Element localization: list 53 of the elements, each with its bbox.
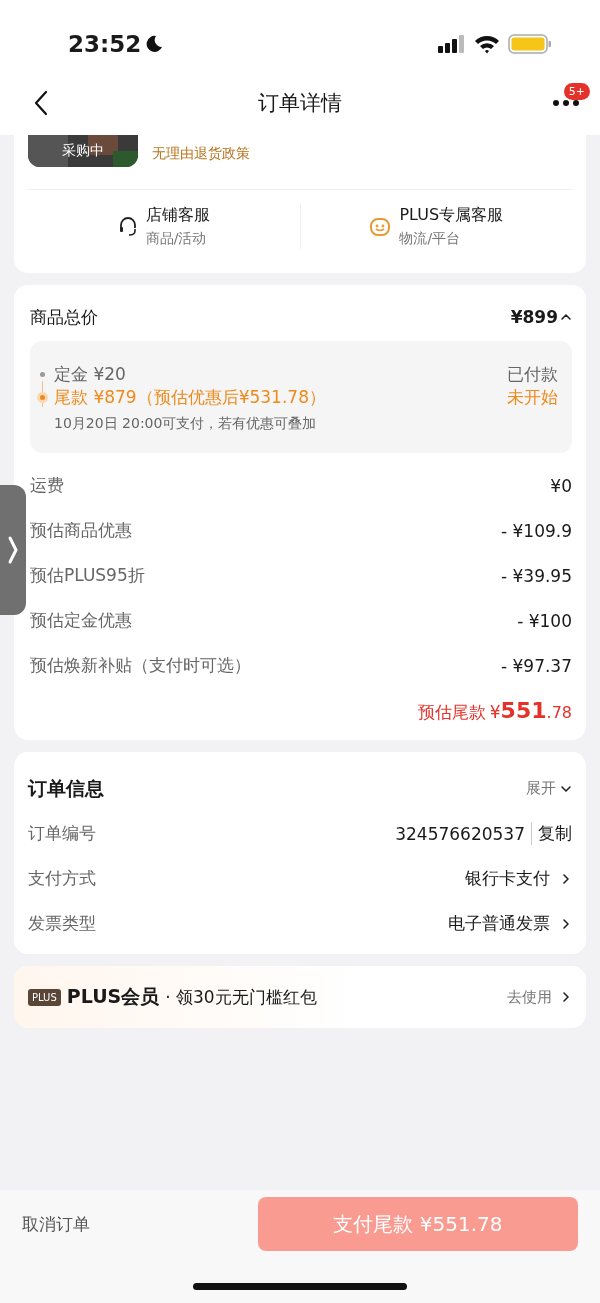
more-button[interactable] [552, 98, 580, 107]
fee-label: 预估定金优惠 [30, 609, 132, 632]
fee-label: 运费 [30, 474, 64, 497]
notification-badge: 5+ [563, 82, 590, 100]
info-link[interactable]: 银行卡支付 [465, 867, 572, 890]
headset-icon [117, 215, 138, 238]
expand-toggle[interactable]: 展开 [526, 779, 572, 798]
battery-icon [508, 34, 552, 54]
fee-label: 预估PLUS95折 [30, 564, 145, 587]
page-title: 订单详情 [258, 89, 342, 117]
info-label: 发票类型 [28, 912, 96, 935]
signal-icon [438, 35, 466, 53]
total-price: ¥899 [510, 307, 558, 327]
side-handle[interactable] [0, 485, 26, 615]
stage-status: 未开始 [507, 386, 558, 409]
final-label: 预估尾款 [417, 701, 486, 724]
service-button[interactable]: PLUS专属客服 物流/平台 [299, 204, 572, 249]
collapse-icon [560, 311, 572, 323]
fee-value: - ¥97.37 [500, 655, 572, 676]
info-link[interactable]: 电子普通发票 [448, 912, 572, 935]
use-link[interactable]: 去使用 [507, 987, 572, 1007]
chevron-icon [560, 991, 572, 1003]
stage-label: 尾款 ¥879（预估优惠后¥531.78） [54, 386, 326, 409]
fee-label: 预估商品优惠 [30, 519, 132, 542]
fee-value: - ¥100 [517, 610, 572, 631]
wifi-icon [474, 34, 500, 54]
fee-value: - ¥109.9 [500, 520, 572, 541]
chevron-icon [560, 872, 572, 885]
moon-icon [145, 35, 164, 53]
return-policy: 无理由退货政策 [152, 145, 250, 163]
plus-title: PLUS会员 [66, 984, 160, 1009]
smiley-icon [369, 215, 392, 238]
stage-note: 10月20日 20:00可支付，若有优惠可叠加 [54, 415, 318, 433]
plus-badge: PLUS [28, 988, 61, 1006]
chevron-icon [560, 917, 572, 930]
fee-value: ¥0 [550, 475, 572, 496]
info-label: 支付方式 [28, 867, 96, 890]
cancel-button[interactable]: 取消订单 [22, 1212, 90, 1236]
stage-status: 已付款 [507, 363, 558, 386]
service-button[interactable]: 店铺客服 商品/活动 [28, 204, 300, 249]
back-button[interactable] [34, 89, 48, 116]
clock-time: 23:52 [68, 31, 142, 57]
copy-button[interactable]: 复制 [531, 822, 572, 845]
stage-label: 定金 ¥20 [54, 363, 126, 386]
final-amount: ¥551.78 [489, 698, 572, 723]
fee-label: 预估焕新补贴（支付时可选） [30, 654, 251, 677]
order-number: 324576620537 [395, 823, 525, 844]
plus-offer: · 领30元无门槛红包 [165, 985, 317, 1009]
thumbnail-label: 采购中 [62, 142, 104, 160]
section-title: 订单信息 [28, 775, 104, 801]
info-label: 订单编号 [28, 822, 96, 845]
section-label: 商品总价 [30, 305, 98, 329]
fee-value: - ¥39.95 [500, 565, 572, 586]
